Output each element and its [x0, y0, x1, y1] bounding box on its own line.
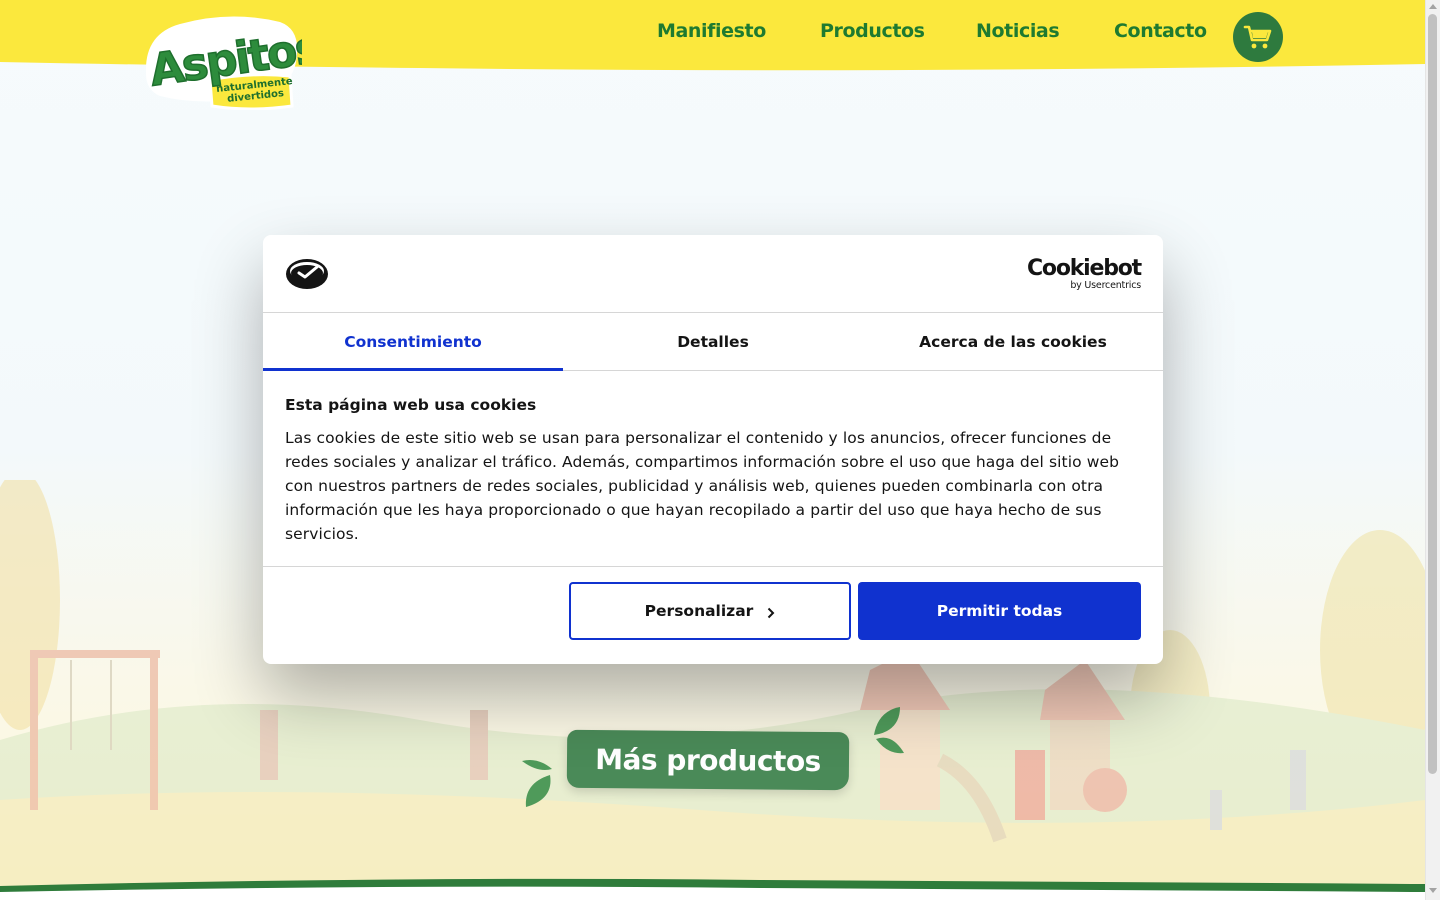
tab-detalles[interactable]: Detalles	[563, 313, 863, 371]
tab-consentimiento[interactable]: Consentimiento	[263, 313, 563, 371]
dialog-header: Cookiebot by Usercentrics	[263, 235, 1163, 313]
nav-manifiesto[interactable]: Manifiesto	[657, 20, 766, 42]
allow-all-button[interactable]: Permitir todas	[858, 582, 1141, 640]
leaf-left-icon	[522, 760, 552, 807]
dialog-description: Las cookies de este sitio web se usan pa…	[285, 429, 1120, 543]
dialog-title: Esta página web usa cookies	[285, 396, 537, 414]
more-products-area: Más productos	[520, 705, 910, 815]
scrollbar-thumb[interactable]	[1428, 14, 1437, 774]
cookiebot-name: Cookiebot	[1026, 256, 1142, 281]
cookiebot-by: by Usercentrics	[1070, 280, 1141, 291]
cookie-consent-dialog: Cookiebot by Usercentrics Consentimiento…	[263, 235, 1163, 664]
dialog-body: Esta página web usa cookies Las cookies …	[263, 371, 1163, 567]
more-products-button[interactable]: Más productos	[566, 729, 850, 791]
scroll-up-icon[interactable]	[1429, 4, 1437, 9]
cart-button[interactable]	[1233, 12, 1283, 62]
cart-icon	[1243, 25, 1272, 49]
nav-contacto[interactable]: Contacto	[1114, 20, 1207, 42]
customize-button[interactable]: Personalizar	[569, 582, 851, 640]
tab-acerca-de-cookies[interactable]: Acerca de las cookies	[863, 313, 1163, 371]
dialog-tabs: Consentimiento Detalles Acerca de las co…	[263, 313, 1163, 371]
leaf-right-icon	[874, 707, 904, 754]
nav-noticias[interactable]: Noticias	[976, 20, 1060, 42]
chevron-right-icon	[768, 607, 775, 618]
customize-label: Personalizar	[644, 602, 754, 620]
scroll-down-icon[interactable]	[1429, 888, 1437, 893]
cookiebot-brand[interactable]: Cookiebot by Usercentrics	[1026, 256, 1142, 291]
cookie-consent-logo-icon	[286, 259, 328, 289]
dialog-footer: Personalizar Permitir todas	[263, 567, 1163, 663]
active-tab-indicator	[263, 368, 563, 371]
footer-band	[0, 878, 1425, 900]
nav-productos[interactable]: Productos	[820, 20, 925, 42]
aspitos-logo[interactable]: Aspitos naturalmente divertidos	[140, 14, 324, 111]
